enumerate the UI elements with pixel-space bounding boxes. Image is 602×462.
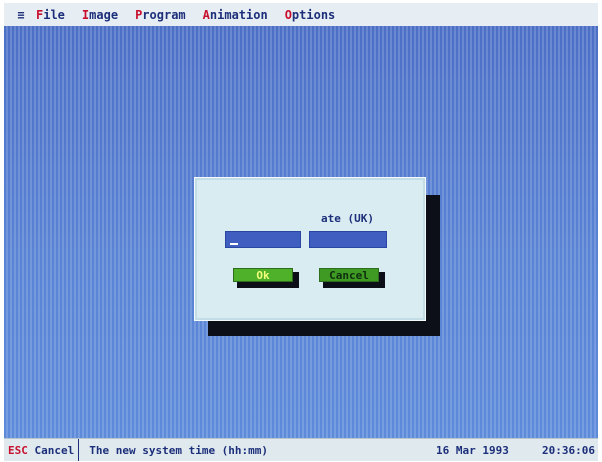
menu-options-hotkey: O	[284, 7, 292, 22]
menu-program[interactable]: Program	[135, 8, 186, 22]
menu-animation[interactable]: Animation	[203, 8, 268, 22]
ok-button-group: Ok	[233, 268, 299, 288]
time-input[interactable]	[225, 231, 301, 248]
menu-animation-hotkey: A	[202, 7, 210, 22]
status-bar: ESC Cancel The new system time (hh:mm) 1…	[4, 438, 598, 461]
menu-image[interactable]: Image	[82, 8, 118, 22]
esc-cancel-label: Cancel	[27, 443, 75, 457]
menu-program-label: rogram	[142, 7, 186, 22]
cancel-button-group: Cancel	[319, 268, 385, 288]
menu-bar: ≡ File Image Program Animation Options	[4, 3, 598, 27]
status-date: 16 Mar 1993	[436, 444, 509, 457]
status-message: The new system time (hh:mm)	[89, 443, 269, 457]
set-time-dialog: Time ate (UK) Ok Cancel	[194, 177, 426, 321]
menu-options-label: ptions	[291, 7, 336, 22]
ok-button[interactable]: Ok	[233, 268, 293, 282]
menu-image-label: mage	[89, 7, 119, 22]
esc-key-label: ESC	[8, 443, 28, 457]
date-input[interactable]	[309, 231, 387, 248]
cancel-button[interactable]: Cancel	[319, 268, 379, 282]
screen: ≡ File Image Program Animation Options T…	[0, 0, 602, 462]
status-clock: 20:36:06	[542, 444, 595, 457]
menu-file[interactable]: File	[36, 8, 65, 22]
hamburger-icon[interactable]: ≡	[14, 8, 28, 22]
date-field-label: ate (UK)	[321, 212, 374, 225]
time-field-label: Time	[225, 213, 250, 224]
text-cursor	[230, 243, 238, 245]
menu-file-label: ile	[43, 7, 65, 22]
menu-animation-label: nimation	[209, 7, 268, 22]
menu-options[interactable]: Options	[285, 8, 336, 22]
esc-cancel-button[interactable]: ESC Cancel	[4, 439, 80, 461]
